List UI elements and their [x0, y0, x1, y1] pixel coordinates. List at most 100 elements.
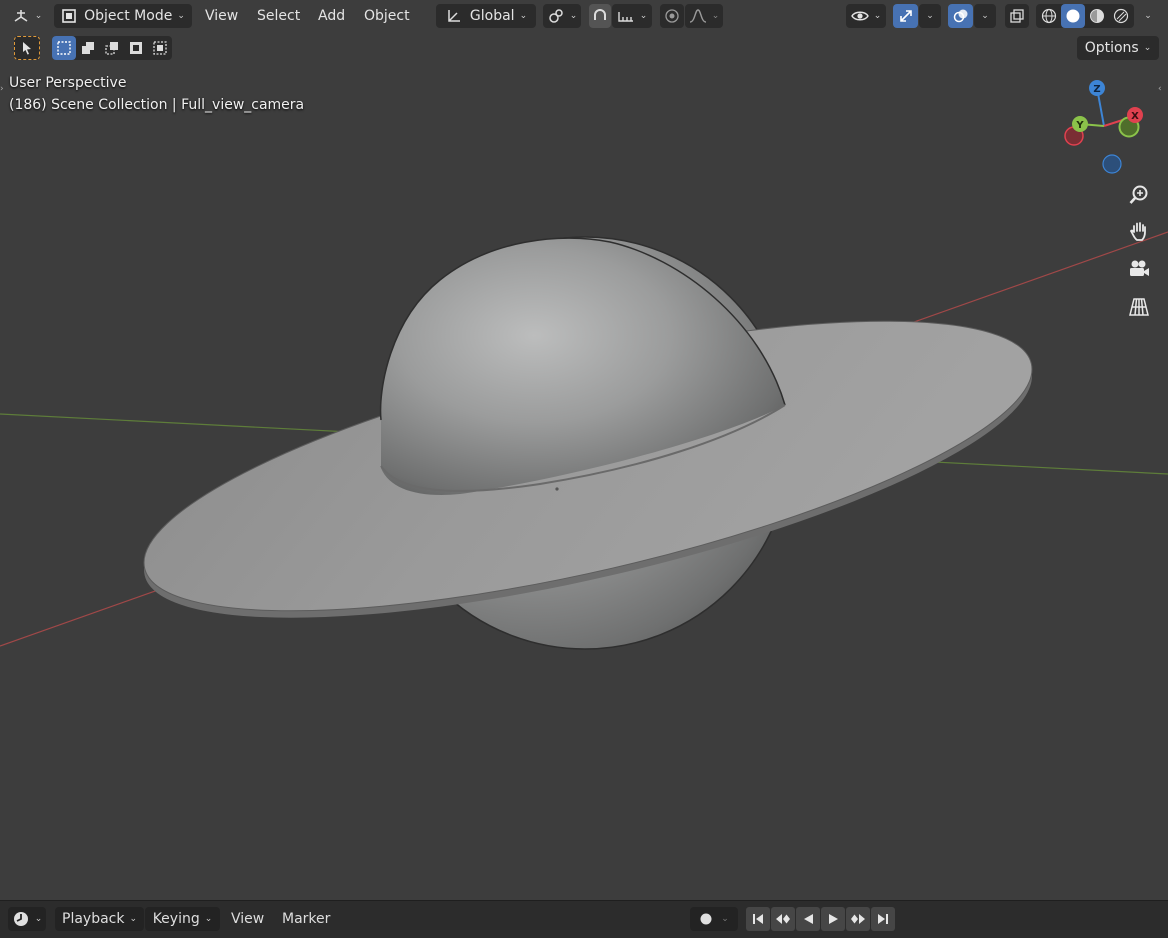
play-button[interactable] — [821, 907, 845, 931]
zoom-icon — [1129, 185, 1148, 204]
cursor-arrow-icon — [23, 42, 31, 55]
hand-icon — [1129, 222, 1146, 241]
view-perspective-label: User Perspective — [9, 75, 127, 91]
visibility-selector[interactable]: ⌄ — [846, 4, 886, 28]
camera-view-button[interactable] — [1124, 254, 1154, 284]
projection-toggle-button[interactable] — [1124, 292, 1154, 322]
proportional-edit-icon — [665, 9, 679, 23]
select-subtract-button[interactable] — [100, 36, 124, 60]
chevron-down-icon: ⌄ — [519, 11, 528, 21]
select-extend-icon — [82, 42, 94, 54]
timeline-header: ⌄ Playback ⌄ Keying ⌄ View Marker ⌄ — [0, 900, 1168, 938]
orientation-axes-icon — [448, 10, 460, 22]
play-icon — [829, 914, 838, 924]
play-reverse-button[interactable] — [796, 907, 820, 931]
proportional-falloff-selector[interactable]: ⌄ — [685, 4, 723, 28]
chevron-down-icon: ⌄ — [1144, 11, 1152, 21]
select-new-icon — [57, 41, 71, 55]
zoom-button[interactable] — [1124, 180, 1154, 210]
gizmo-dropdown[interactable]: ⌄ — [919, 4, 941, 28]
chevron-down-icon: ⌄ — [177, 11, 185, 21]
gizmo-z-label: Z — [1093, 84, 1100, 95]
mode-label: Object Mode — [84, 8, 173, 24]
chevron-down-icon: ⌄ — [981, 11, 989, 21]
rendered-shading-button[interactable] — [1109, 4, 1133, 28]
tool-settings-row: Options ⌄ — [0, 34, 1168, 62]
wireframe-sphere-icon — [1041, 8, 1057, 24]
menu-timeline-view[interactable]: View — [224, 907, 271, 931]
3d-viewport[interactable]: ⌄ Object Mode ⌄ View Select Add Object G… — [0, 0, 1168, 900]
jump-to-start-button[interactable] — [746, 907, 770, 931]
menu-playback[interactable]: Playback ⌄ — [55, 907, 144, 931]
options-label: Options — [1084, 40, 1139, 56]
jump-start-icon — [753, 914, 763, 924]
select-tool-button[interactable] — [14, 36, 40, 60]
falloff-curve-icon — [689, 9, 706, 23]
gizmo-neg-z-icon[interactable] — [1102, 154, 1122, 174]
sidebar-expand-arrow[interactable]: ‹ — [1158, 84, 1162, 94]
chevron-down-icon: ⌄ — [711, 11, 720, 21]
chevron-down-icon: ⌄ — [34, 914, 43, 924]
material-preview-button[interactable] — [1085, 4, 1109, 28]
gizmo-toggle[interactable] — [893, 4, 918, 28]
select-invert-button[interactable] — [124, 36, 148, 60]
pivot-icon — [548, 9, 563, 23]
magnet-icon — [594, 9, 606, 20]
scene-collection-label: (186) Scene Collection | Full_view_camer… — [9, 97, 305, 113]
chevron-down-icon: ⌄ — [1143, 43, 1152, 53]
wireframe-shading-button[interactable] — [1037, 4, 1061, 28]
xray-toggle[interactable] — [1005, 4, 1029, 28]
select-new-button[interactable] — [52, 36, 76, 60]
gizmo-icon — [899, 10, 912, 22]
menu-view[interactable]: View — [198, 4, 245, 28]
gizmo-x-label: X — [1131, 111, 1139, 122]
chevron-down-icon: ⌄ — [569, 11, 578, 21]
pivot-point-selector[interactable]: ⌄ — [543, 4, 581, 28]
select-invert-icon — [130, 42, 142, 54]
solid-shading-button[interactable] — [1061, 4, 1085, 28]
overlays-icon — [953, 9, 967, 23]
eye-icon — [850, 11, 869, 21]
play-reverse-icon — [804, 914, 813, 924]
rendered-sphere-icon — [1113, 8, 1129, 24]
record-icon — [700, 913, 712, 925]
playback-label: Playback — [62, 911, 125, 927]
editor-type-selector[interactable]: ⌄ — [8, 4, 46, 28]
snap-toggle[interactable] — [589, 4, 611, 28]
transform-orientation-selector[interactable]: Global ⌄ — [436, 4, 536, 28]
menu-add[interactable]: Add — [311, 4, 352, 28]
overlays-toggle[interactable] — [948, 4, 973, 28]
chevron-down-icon: ⌄ — [34, 11, 43, 21]
shading-dropdown[interactable]: ⌄ — [1136, 4, 1160, 28]
options-dropdown[interactable]: Options ⌄ — [1077, 36, 1159, 60]
object-mode-icon — [62, 9, 76, 23]
timeline-editor-type-selector[interactable]: ⌄ — [8, 907, 46, 931]
select-extend-button[interactable] — [76, 36, 100, 60]
scene-render[interactable] — [0, 0, 1168, 900]
mode-selector[interactable]: Object Mode ⌄ — [54, 4, 192, 28]
prev-keyframe-icon — [776, 914, 790, 924]
camera-icon — [1130, 260, 1149, 276]
navigation-gizmo[interactable]: X Y Z — [1056, 74, 1148, 182]
select-intersect-button[interactable] — [148, 36, 172, 60]
chevron-down-icon: ⌄ — [204, 914, 213, 924]
toolbar-expand-arrow[interactable]: › — [0, 84, 4, 94]
clock-icon — [13, 912, 28, 926]
menu-select[interactable]: Select — [250, 4, 307, 28]
proportional-editing-toggle[interactable] — [660, 4, 684, 28]
snap-target-selector[interactable]: ⌄ — [612, 4, 652, 28]
jump-to-end-button[interactable] — [871, 907, 895, 931]
snap-increment-icon — [618, 12, 633, 22]
chevron-down-icon: ⌄ — [873, 11, 882, 21]
menu-keying[interactable]: Keying ⌄ — [145, 907, 220, 931]
overlays-dropdown[interactable]: ⌄ — [974, 4, 996, 28]
auto-keying-group[interactable]: ⌄ — [690, 907, 738, 931]
chevron-down-icon: ⌄ — [721, 914, 729, 924]
menu-object[interactable]: Object — [357, 4, 417, 28]
pan-button[interactable] — [1124, 216, 1154, 246]
jump-prev-keyframe-button[interactable] — [771, 907, 795, 931]
menu-marker[interactable]: Marker — [275, 907, 337, 931]
jump-end-icon — [878, 914, 888, 924]
chevron-down-icon: ⌄ — [129, 914, 138, 924]
jump-next-keyframe-button[interactable] — [846, 907, 870, 931]
